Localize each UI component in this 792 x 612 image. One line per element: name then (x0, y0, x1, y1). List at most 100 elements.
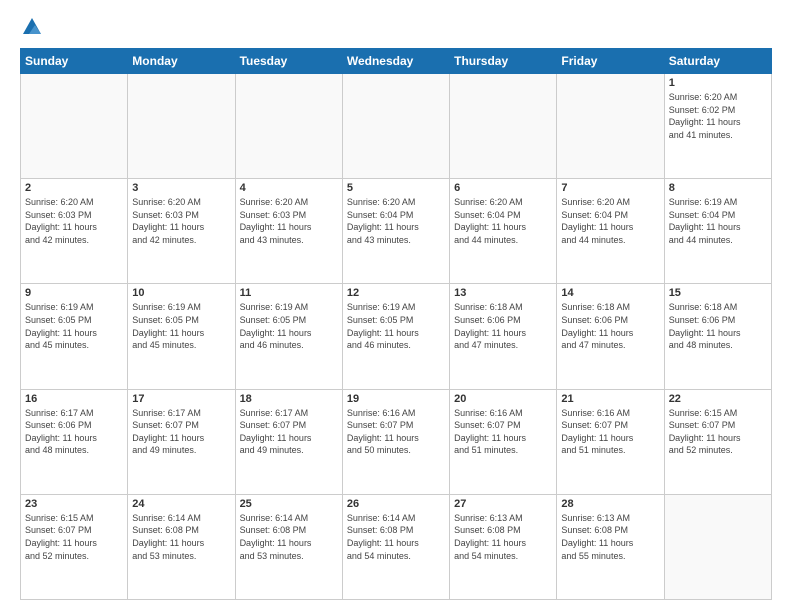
day-cell: 21 Sunrise: 6:16 AM Sunset: 6:07 PM Dayli… (557, 389, 664, 494)
day-number: 5 (347, 182, 445, 194)
day-number: 13 (454, 287, 552, 299)
day-info: Sunrise: 6:14 AM Sunset: 6:08 PM Dayligh… (132, 512, 230, 562)
day-info: Sunrise: 6:19 AM Sunset: 6:04 PM Dayligh… (669, 196, 767, 246)
week-row-2: 9 Sunrise: 6:19 AM Sunset: 6:05 PM Daylig… (21, 284, 772, 389)
day-info: Sunrise: 6:19 AM Sunset: 6:05 PM Dayligh… (240, 301, 338, 351)
logo (20, 16, 44, 38)
day-info: Sunrise: 6:18 AM Sunset: 6:06 PM Dayligh… (454, 301, 552, 351)
day-info: Sunrise: 6:17 AM Sunset: 6:06 PM Dayligh… (25, 407, 123, 457)
col-header-sunday: Sunday (21, 49, 128, 74)
day-cell: 27 Sunrise: 6:13 AM Sunset: 6:08 PM Dayli… (450, 494, 557, 599)
calendar-table: SundayMondayTuesdayWednesdayThursdayFrid… (20, 48, 772, 600)
col-header-friday: Friday (557, 49, 664, 74)
day-number: 1 (669, 77, 767, 89)
day-number: 4 (240, 182, 338, 194)
col-header-monday: Monday (128, 49, 235, 74)
day-number: 10 (132, 287, 230, 299)
day-cell: 28Sunrise: 6:13 AM Sunset: 6:08 PM Dayli… (557, 494, 664, 599)
day-cell: 15 Sunrise: 6:18 AM Sunset: 6:06 PM Dayli… (664, 284, 771, 389)
day-cell: 25 Sunrise: 6:14 AM Sunset: 6:08 PM Dayli… (235, 494, 342, 599)
day-cell: 6 Sunrise: 6:20 AM Sunset: 6:04 PM Daylig… (450, 179, 557, 284)
col-header-saturday: Saturday (664, 49, 771, 74)
day-number: 17 (132, 393, 230, 405)
day-cell: 26 Sunrise: 6:14 AM Sunset: 6:08 PM Dayli… (342, 494, 449, 599)
day-number: 9 (25, 287, 123, 299)
day-number: 3 (132, 182, 230, 194)
day-info: Sunrise: 6:19 AM Sunset: 6:05 PM Dayligh… (132, 301, 230, 351)
day-number: 23 (25, 498, 123, 510)
day-cell: 12 Sunrise: 6:19 AM Sunset: 6:05 PM Dayli… (342, 284, 449, 389)
day-cell: 7 Sunrise: 6:20 AM Sunset: 6:04 PM Daylig… (557, 179, 664, 284)
day-info: Sunrise: 6:20 AM Sunset: 6:02 PM Dayligh… (669, 91, 767, 141)
day-info: Sunrise: 6:20 AM Sunset: 6:03 PM Dayligh… (25, 196, 123, 246)
day-number: 26 (347, 498, 445, 510)
day-cell: 20 Sunrise: 6:16 AM Sunset: 6:07 PM Dayli… (450, 389, 557, 494)
week-row-4: 23 Sunrise: 6:15 AM Sunset: 6:07 PM Dayli… (21, 494, 772, 599)
header (20, 16, 772, 38)
day-info: Sunrise: 6:15 AM Sunset: 6:07 PM Dayligh… (669, 407, 767, 457)
day-number: 14 (561, 287, 659, 299)
day-cell: 9Sunrise: 6:19 AM Sunset: 6:05 PM Daylig… (21, 284, 128, 389)
col-header-wednesday: Wednesday (342, 49, 449, 74)
day-cell: 4 Sunrise: 6:20 AM Sunset: 6:03 PM Daylig… (235, 179, 342, 284)
day-info: Sunrise: 6:18 AM Sunset: 6:06 PM Dayligh… (669, 301, 767, 351)
day-number: 24 (132, 498, 230, 510)
day-number: 6 (454, 182, 552, 194)
day-cell: 17 Sunrise: 6:17 AM Sunset: 6:07 PM Dayli… (128, 389, 235, 494)
week-row-3: 16 Sunrise: 6:17 AM Sunset: 6:06 PM Dayli… (21, 389, 772, 494)
day-cell: 23 Sunrise: 6:15 AM Sunset: 6:07 PM Dayli… (21, 494, 128, 599)
day-info: Sunrise: 6:17 AM Sunset: 6:07 PM Dayligh… (240, 407, 338, 457)
week-row-1: 2 Sunrise: 6:20 AM Sunset: 6:03 PM Daylig… (21, 179, 772, 284)
day-info: Sunrise: 6:16 AM Sunset: 6:07 PM Dayligh… (454, 407, 552, 457)
day-info: Sunrise: 6:13 AM Sunset: 6:08 PM Dayligh… (561, 512, 659, 562)
logo-icon (21, 16, 43, 38)
day-number: 27 (454, 498, 552, 510)
day-number: 16 (25, 393, 123, 405)
day-info: Sunrise: 6:14 AM Sunset: 6:08 PM Dayligh… (347, 512, 445, 562)
day-cell (342, 74, 449, 179)
page: SundayMondayTuesdayWednesdayThursdayFrid… (0, 0, 792, 612)
day-info: Sunrise: 6:18 AM Sunset: 6:06 PM Dayligh… (561, 301, 659, 351)
day-cell: 18 Sunrise: 6:17 AM Sunset: 6:07 PM Dayli… (235, 389, 342, 494)
day-cell: 16 Sunrise: 6:17 AM Sunset: 6:06 PM Dayli… (21, 389, 128, 494)
day-number: 21 (561, 393, 659, 405)
day-number: 15 (669, 287, 767, 299)
day-cell: 13 Sunrise: 6:18 AM Sunset: 6:06 PM Dayli… (450, 284, 557, 389)
day-info: Sunrise: 6:20 AM Sunset: 6:04 PM Dayligh… (347, 196, 445, 246)
day-number: 25 (240, 498, 338, 510)
day-cell: 3 Sunrise: 6:20 AM Sunset: 6:03 PM Daylig… (128, 179, 235, 284)
day-info: Sunrise: 6:20 AM Sunset: 6:04 PM Dayligh… (454, 196, 552, 246)
day-info: Sunrise: 6:20 AM Sunset: 6:03 PM Dayligh… (132, 196, 230, 246)
day-info: Sunrise: 6:13 AM Sunset: 6:08 PM Dayligh… (454, 512, 552, 562)
day-info: Sunrise: 6:19 AM Sunset: 6:05 PM Dayligh… (347, 301, 445, 351)
day-info: Sunrise: 6:15 AM Sunset: 6:07 PM Dayligh… (25, 512, 123, 562)
day-cell: 14 Sunrise: 6:18 AM Sunset: 6:06 PM Dayli… (557, 284, 664, 389)
day-number: 11 (240, 287, 338, 299)
day-cell (235, 74, 342, 179)
day-info: Sunrise: 6:14 AM Sunset: 6:08 PM Dayligh… (240, 512, 338, 562)
day-number: 8 (669, 182, 767, 194)
day-number: 7 (561, 182, 659, 194)
day-info: Sunrise: 6:20 AM Sunset: 6:03 PM Dayligh… (240, 196, 338, 246)
calendar-header-row: SundayMondayTuesdayWednesdayThursdayFrid… (21, 49, 772, 74)
day-number: 22 (669, 393, 767, 405)
day-cell: 10 Sunrise: 6:19 AM Sunset: 6:05 PM Dayli… (128, 284, 235, 389)
day-cell (128, 74, 235, 179)
day-number: 12 (347, 287, 445, 299)
day-cell: 5 Sunrise: 6:20 AM Sunset: 6:04 PM Daylig… (342, 179, 449, 284)
week-row-0: 1 Sunrise: 6:20 AM Sunset: 6:02 PM Daylig… (21, 74, 772, 179)
day-cell (450, 74, 557, 179)
day-number: 18 (240, 393, 338, 405)
day-cell: 24 Sunrise: 6:14 AM Sunset: 6:08 PM Dayli… (128, 494, 235, 599)
day-cell (557, 74, 664, 179)
day-info: Sunrise: 6:20 AM Sunset: 6:04 PM Dayligh… (561, 196, 659, 246)
day-number: 20 (454, 393, 552, 405)
day-number: 19 (347, 393, 445, 405)
day-number: 2 (25, 182, 123, 194)
day-cell: 22 Sunrise: 6:15 AM Sunset: 6:07 PM Dayli… (664, 389, 771, 494)
day-cell: 8 Sunrise: 6:19 AM Sunset: 6:04 PM Daylig… (664, 179, 771, 284)
day-cell: 2 Sunrise: 6:20 AM Sunset: 6:03 PM Daylig… (21, 179, 128, 284)
day-info: Sunrise: 6:17 AM Sunset: 6:07 PM Dayligh… (132, 407, 230, 457)
day-info: Sunrise: 6:16 AM Sunset: 6:07 PM Dayligh… (347, 407, 445, 457)
day-info: Sunrise: 6:16 AM Sunset: 6:07 PM Dayligh… (561, 407, 659, 457)
